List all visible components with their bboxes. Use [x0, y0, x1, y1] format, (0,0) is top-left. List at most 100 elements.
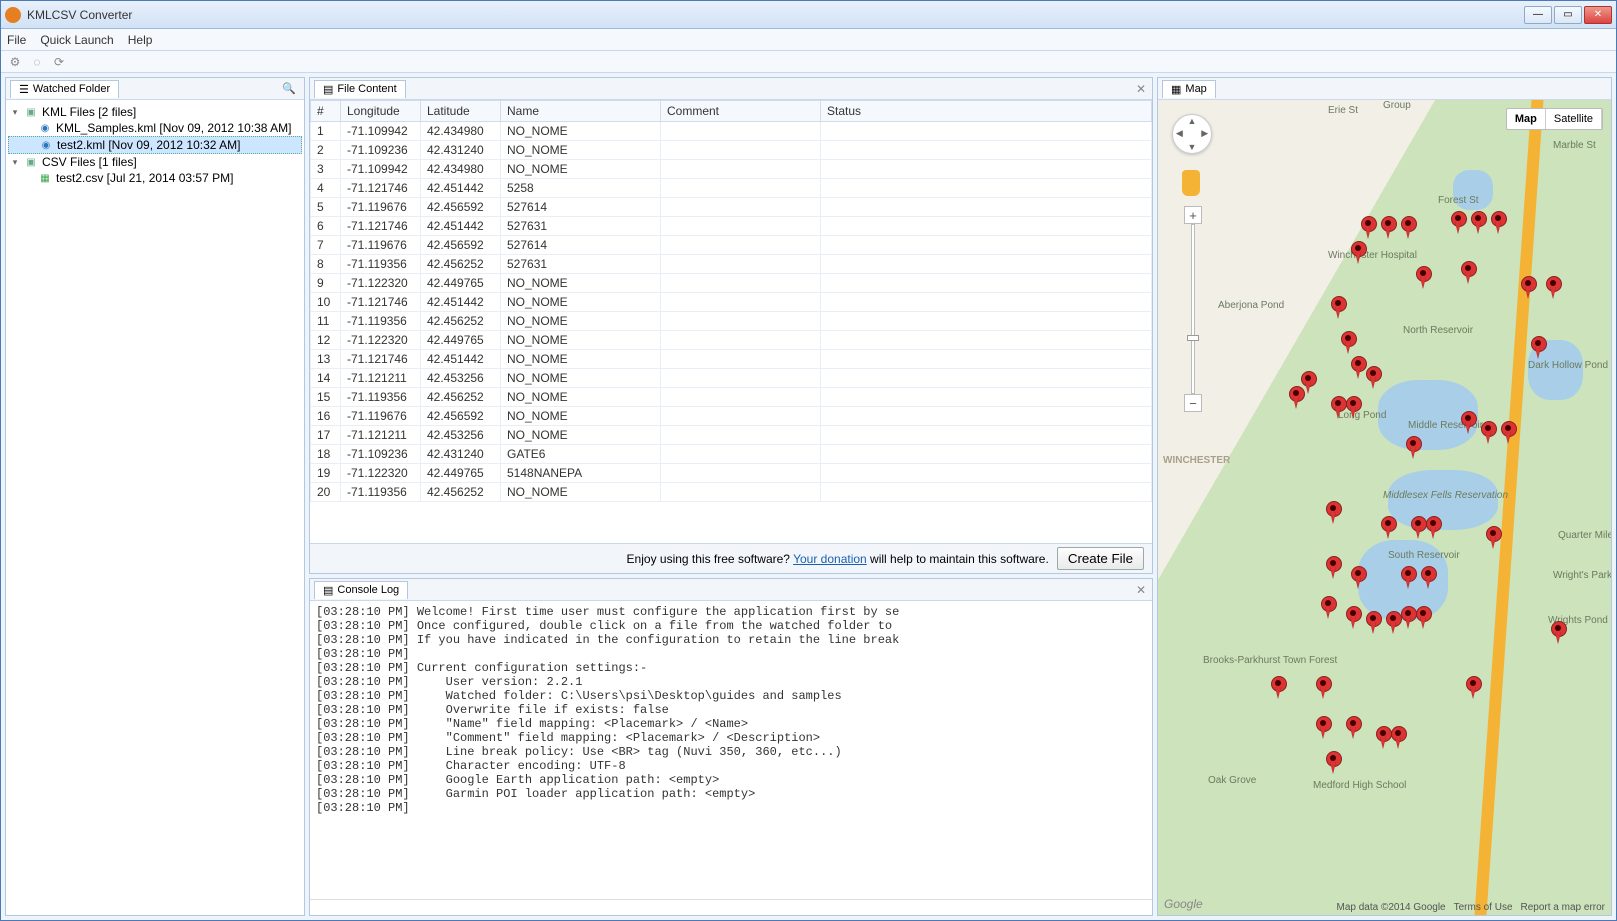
map-type-toggle[interactable]: Map Satellite: [1506, 108, 1603, 130]
zoom-out-button[interactable]: −: [1184, 394, 1202, 412]
menu-quick-launch[interactable]: Quick Launch: [40, 33, 113, 47]
table-row[interactable]: 14-71.12121142.453256NO_NOME: [311, 369, 1152, 388]
search-icon[interactable]: 🔍: [278, 82, 300, 95]
console-output[interactable]: [03:28:10 PM] Welcome! First time user m…: [310, 601, 1152, 899]
table-row[interactable]: 19-71.12232042.4497655148NANEPA: [311, 464, 1152, 483]
streetview-pegman-icon[interactable]: [1182, 170, 1200, 196]
map-marker[interactable]: [1551, 621, 1565, 645]
table-row[interactable]: 20-71.11935642.456252NO_NOME: [311, 483, 1152, 502]
map-marker[interactable]: [1361, 216, 1375, 240]
data-table-scroll[interactable]: # Longitude Latitude Name Comment Status…: [310, 100, 1152, 543]
col-number[interactable]: #: [311, 101, 341, 122]
map-marker[interactable]: [1461, 411, 1475, 435]
watched-folder-tab[interactable]: ☰ Watched Folder: [10, 80, 119, 98]
col-name[interactable]: Name: [501, 101, 661, 122]
table-row[interactable]: 1-71.10994242.434980NO_NOME: [311, 122, 1152, 141]
pan-control[interactable]: ▲ ◀ ▶ ▼: [1172, 114, 1212, 154]
map-marker[interactable]: [1326, 501, 1340, 525]
table-row[interactable]: 10-71.12174642.451442NO_NOME: [311, 293, 1152, 312]
refresh-icon[interactable]: ⟳: [51, 54, 67, 70]
table-row[interactable]: 3-71.10994242.434980NO_NOME: [311, 160, 1152, 179]
close-button[interactable]: ✕: [1584, 6, 1612, 24]
map-marker[interactable]: [1416, 606, 1430, 630]
map-marker[interactable]: [1461, 261, 1475, 285]
expand-arrow-icon[interactable]: ▾: [10, 157, 20, 168]
col-comment[interactable]: Comment: [661, 101, 821, 122]
map-marker[interactable]: [1416, 266, 1430, 290]
map-marker[interactable]: [1346, 716, 1360, 740]
map-marker[interactable]: [1326, 556, 1340, 580]
map-marker[interactable]: [1426, 516, 1440, 540]
table-row[interactable]: 13-71.12174642.451442NO_NOME: [311, 350, 1152, 369]
map-marker[interactable]: [1466, 676, 1480, 700]
menu-help[interactable]: Help: [128, 33, 153, 47]
map-marker[interactable]: [1316, 716, 1330, 740]
map-marker[interactable]: [1366, 611, 1380, 635]
map-marker[interactable]: [1351, 241, 1365, 265]
map-type-map[interactable]: Map: [1507, 109, 1546, 129]
map-type-satellite[interactable]: Satellite: [1546, 109, 1602, 129]
map-marker[interactable]: [1491, 211, 1505, 235]
map-marker[interactable]: [1351, 356, 1365, 380]
table-row[interactable]: 7-71.11967642.456592527614: [311, 236, 1152, 255]
kml-file-1[interactable]: ◉ KML_Samples.kml [Nov 09, 2012 10:38 AM…: [8, 120, 302, 136]
table-row[interactable]: 18-71.10923642.431240GATE6: [311, 445, 1152, 464]
map-tab[interactable]: ▦ Map: [1162, 80, 1216, 98]
map-marker[interactable]: [1521, 276, 1535, 300]
map-marker[interactable]: [1421, 566, 1435, 590]
map-marker[interactable]: [1381, 516, 1395, 540]
minimize-button[interactable]: —: [1524, 6, 1552, 24]
pan-up-icon[interactable]: ▲: [1186, 115, 1199, 128]
table-row[interactable]: 15-71.11935642.456252NO_NOME: [311, 388, 1152, 407]
map-marker[interactable]: [1386, 611, 1400, 635]
map-report-link[interactable]: Report a map error: [1521, 902, 1605, 913]
map-marker[interactable]: [1546, 276, 1560, 300]
zoom-slider[interactable]: [1191, 224, 1195, 394]
table-row[interactable]: 11-71.11935642.456252NO_NOME: [311, 312, 1152, 331]
globe-icon[interactable]: ◌: [29, 54, 45, 70]
map-marker[interactable]: [1316, 676, 1330, 700]
pan-left-icon[interactable]: ◀: [1173, 128, 1186, 141]
map-marker[interactable]: [1501, 421, 1515, 445]
map-marker[interactable]: [1531, 336, 1545, 360]
table-row[interactable]: 16-71.11967642.456592NO_NOME: [311, 407, 1152, 426]
map-marker[interactable]: [1381, 216, 1395, 240]
map-marker[interactable]: [1331, 396, 1345, 420]
map-marker[interactable]: [1331, 296, 1345, 320]
map-marker[interactable]: [1391, 726, 1405, 750]
kml-file-2[interactable]: ◉ test2.kml [Nov 09, 2012 10:32 AM]: [8, 136, 302, 154]
expand-arrow-icon[interactable]: ▾: [10, 107, 20, 118]
map-marker[interactable]: [1481, 421, 1495, 445]
file-content-tab[interactable]: ▤ File Content: [314, 80, 406, 98]
map-terms-link[interactable]: Terms of Use: [1454, 902, 1513, 913]
map-marker[interactable]: [1351, 566, 1365, 590]
map-marker[interactable]: [1406, 436, 1420, 460]
map-marker[interactable]: [1289, 386, 1303, 410]
maximize-button[interactable]: ▭: [1554, 6, 1582, 24]
zoom-control[interactable]: + −: [1184, 206, 1202, 412]
menu-file[interactable]: File: [7, 33, 26, 47]
map-marker[interactable]: [1401, 216, 1415, 240]
map-marker[interactable]: [1271, 676, 1285, 700]
map-marker[interactable]: [1376, 726, 1390, 750]
table-row[interactable]: 4-71.12174642.4514425258: [311, 179, 1152, 198]
map-marker[interactable]: [1346, 606, 1360, 630]
zoom-thumb[interactable]: [1187, 335, 1199, 341]
map-marker[interactable]: [1346, 396, 1360, 420]
panel-options-icon[interactable]: ✕: [1134, 583, 1148, 597]
table-row[interactable]: 17-71.12121142.453256NO_NOME: [311, 426, 1152, 445]
map-canvas[interactable]: Winchester Hospital North Reservoir Midd…: [1158, 100, 1611, 915]
map-marker[interactable]: [1401, 566, 1415, 590]
pan-right-icon[interactable]: ▶: [1198, 128, 1211, 141]
create-file-button[interactable]: Create File: [1057, 547, 1144, 570]
map-marker[interactable]: [1321, 596, 1335, 620]
map-marker[interactable]: [1326, 751, 1340, 775]
map-marker[interactable]: [1411, 516, 1425, 540]
map-marker[interactable]: [1486, 526, 1500, 550]
table-row[interactable]: 9-71.12232042.449765NO_NOME: [311, 274, 1152, 293]
table-row[interactable]: 2-71.10923642.431240NO_NOME: [311, 141, 1152, 160]
map-marker[interactable]: [1471, 211, 1485, 235]
kml-group[interactable]: ▾ ▣ KML Files [2 files]: [8, 104, 302, 120]
pan-down-icon[interactable]: ▼: [1186, 140, 1199, 153]
panel-options-icon[interactable]: ✕: [1134, 82, 1148, 96]
